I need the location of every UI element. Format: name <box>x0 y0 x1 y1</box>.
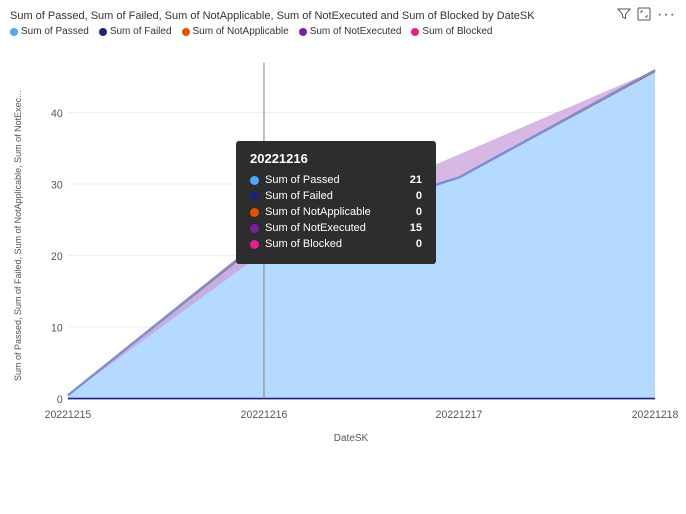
chart-title: Sum of Passed, Sum of Failed, Sum of Not… <box>10 10 676 22</box>
legend-item-failed: Sum of Failed <box>99 26 172 37</box>
more-icon[interactable]: ··· <box>657 6 676 24</box>
legend-item-blocked: Sum of Blocked <box>411 26 492 37</box>
legend-label-notexecuted: Sum of NotExecuted <box>310 26 402 37</box>
legend-dot-notexecuted <box>299 28 307 36</box>
legend-item-notexecuted: Sum of NotExecuted <box>299 26 402 37</box>
chart-inner: 0 10 20 30 40 <box>26 41 676 431</box>
svg-text:20221215: 20221215 <box>45 409 92 421</box>
svg-text:20221218: 20221218 <box>632 409 679 421</box>
svg-text:20: 20 <box>51 251 63 263</box>
legend-item-passed: Sum of Passed <box>10 26 89 37</box>
svg-text:0: 0 <box>57 394 63 406</box>
filter-icon[interactable] <box>617 7 631 24</box>
chart-svg: 0 10 20 30 40 <box>26 41 676 431</box>
legend-label-failed: Sum of Failed <box>110 26 172 37</box>
legend-dot-blocked <box>411 28 419 36</box>
expand-icon[interactable] <box>637 7 651 24</box>
chart-area: Sum of Passed, Sum of Failed, Sum of Not… <box>10 41 676 431</box>
svg-text:10: 10 <box>51 322 63 334</box>
svg-text:20221217: 20221217 <box>436 409 483 421</box>
legend-item-notapplicable: Sum of NotApplicable <box>182 26 289 37</box>
legend-label-passed: Sum of Passed <box>21 26 89 37</box>
legend-label-blocked: Sum of Blocked <box>422 26 492 37</box>
svg-text:30: 30 <box>51 179 63 191</box>
chart-container: ··· Sum of Passed, Sum of Failed, Sum of… <box>0 0 686 514</box>
legend-dot-failed <box>99 28 107 36</box>
legend-dot-notapplicable <box>182 28 190 36</box>
x-axis-label: DateSK <box>26 433 676 444</box>
legend-dot-passed <box>10 28 18 36</box>
legend: Sum of Passed Sum of Failed Sum of NotAp… <box>10 26 676 37</box>
toolbar: ··· <box>617 6 676 24</box>
legend-label-notapplicable: Sum of NotApplicable <box>193 26 289 37</box>
y-axis-label: Sum of Passed, Sum of Failed, Sum of Not… <box>10 41 26 431</box>
svg-text:40: 40 <box>51 108 63 120</box>
svg-text:20221216: 20221216 <box>241 409 288 421</box>
